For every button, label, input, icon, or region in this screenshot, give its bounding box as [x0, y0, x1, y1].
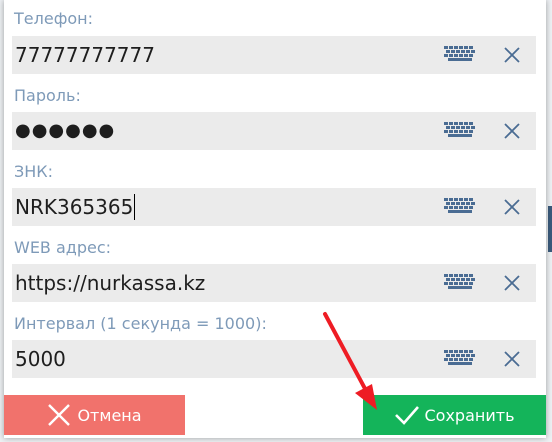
phone-input[interactable]: 77777777777: [12, 36, 536, 74]
password-value: ●●●●●●: [15, 120, 116, 141]
keyboard-icon[interactable]: [444, 46, 476, 64]
cancel-button-label: Отмена: [77, 405, 142, 425]
web-address-label: WEB адрес:: [14, 238, 112, 257]
web-address-value: https://nurkassa.kz: [15, 271, 206, 295]
settings-dialog: Телефон: 77777777777 Пароль: ●●●●●● ЗНК:…: [4, 0, 546, 438]
close-icon[interactable]: [504, 199, 520, 215]
interval-value: 5000: [15, 347, 66, 371]
close-icon[interactable]: [504, 47, 520, 63]
keyboard-icon[interactable]: [444, 122, 476, 140]
keyboard-icon[interactable]: [444, 350, 476, 368]
save-button[interactable]: Сохранить: [363, 395, 546, 435]
save-button-label: Сохранить: [424, 405, 515, 425]
close-icon[interactable]: [504, 275, 520, 291]
znk-value: NRK365365: [15, 193, 136, 220]
close-icon: [48, 404, 71, 426]
znk-input[interactable]: NRK365365: [12, 188, 536, 226]
checkmark-icon: [394, 406, 419, 425]
keyboard-icon[interactable]: [444, 198, 476, 216]
web-address-input[interactable]: https://nurkassa.kz: [12, 264, 536, 302]
password-label: Пароль:: [14, 86, 81, 105]
close-icon[interactable]: [504, 351, 520, 367]
background-scroll-marker: [548, 206, 552, 252]
close-icon[interactable]: [504, 123, 520, 139]
phone-label: Телефон:: [14, 9, 94, 28]
interval-input[interactable]: 5000: [12, 340, 536, 378]
interval-label: Интервал (1 секунда = 1000):: [14, 314, 267, 333]
phone-value: 77777777777: [15, 43, 155, 67]
text-caret: [134, 193, 136, 220]
keyboard-icon[interactable]: [444, 274, 476, 292]
password-input[interactable]: ●●●●●●: [12, 112, 536, 150]
cancel-button[interactable]: Отмена: [4, 395, 185, 435]
znk-label: ЗНК:: [14, 162, 54, 181]
